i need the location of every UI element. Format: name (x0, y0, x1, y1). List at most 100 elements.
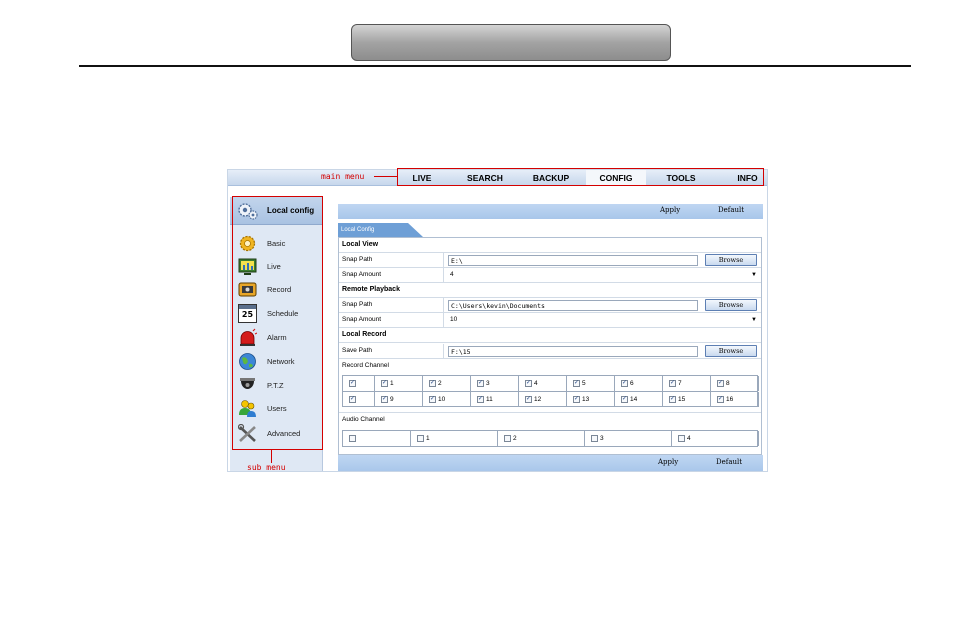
checkbox[interactable]: ✓ (349, 380, 356, 387)
checkbox[interactable]: ✓ (429, 380, 436, 387)
field-label: Snap Amount (342, 316, 382, 323)
channel-label: 7 (678, 380, 682, 387)
channel-label: 4 (534, 380, 538, 387)
checkbox[interactable]: ✓ (621, 396, 628, 403)
record-channel-1[interactable]: ✓ 1 (375, 376, 423, 391)
sub-menu-annotation: sub menu (247, 463, 286, 472)
checkbox[interactable]: ✓ (349, 396, 356, 403)
column-divider (443, 253, 444, 267)
section-title: Local Record (342, 331, 387, 338)
select-value: 4 (450, 271, 454, 278)
checkbox[interactable]: ✓ (669, 396, 676, 403)
save-path-input[interactable]: F:\15 (448, 346, 698, 357)
sub-menu-pointer-line (271, 450, 272, 463)
channel-label: 8 (726, 380, 730, 387)
row-audio-channel-label: Audio Channel (339, 412, 761, 427)
browse-button[interactable]: Browse (705, 345, 757, 357)
record-channel-10[interactable]: ✓ 10 (423, 392, 471, 407)
checkbox[interactable]: ✓ (381, 396, 388, 403)
default-button-bottom[interactable]: Default (716, 458, 742, 466)
field-label: Audio Channel (342, 416, 385, 423)
record-channel-5[interactable]: ✓ 5 (567, 376, 615, 391)
record-channel-8[interactable]: ✓ 8 (711, 376, 759, 391)
channel-label: 2 (513, 435, 517, 442)
channel-label: 2 (438, 380, 442, 387)
checkbox[interactable]: ✓ (573, 396, 580, 403)
row-remote-snap-amount: Snap Amount 10 ▼ (339, 313, 761, 328)
record-row-select-all[interactable]: ✓ (343, 392, 375, 407)
apply-button-top[interactable]: Apply (660, 206, 680, 214)
row-local-snap-path: Snap Path E:\ Browse (339, 253, 761, 268)
audio-channel-4[interactable]: 4 (672, 431, 759, 446)
checkbox[interactable] (417, 435, 424, 442)
audio-channel-3[interactable]: 3 (585, 431, 672, 446)
checkbox[interactable] (504, 435, 511, 442)
channel-label: 5 (582, 380, 586, 387)
local-snap-path-input[interactable]: E:\ (448, 255, 698, 266)
section-title: Remote Playback (342, 286, 400, 293)
apply-button-bottom[interactable]: Apply (658, 458, 678, 466)
channel-label: 15 (678, 396, 686, 403)
remote-snap-path-input[interactable]: C:\Users\kevin\Documents (448, 300, 698, 311)
browse-button[interactable]: Browse (705, 254, 757, 266)
record-channel-15[interactable]: ✓ 15 (663, 392, 711, 407)
chevron-down-icon: ▼ (751, 317, 757, 323)
checkbox[interactable]: ✓ (717, 396, 724, 403)
record-channel-16[interactable]: ✓ 16 (711, 392, 759, 407)
chevron-down-icon: ▼ (751, 272, 757, 278)
record-channel-14[interactable]: ✓ 14 (615, 392, 663, 407)
row-record-channel-label: Record Channel (339, 359, 761, 374)
record-channel-13[interactable]: ✓ 13 (567, 392, 615, 407)
record-channel-11[interactable]: ✓ 11 (471, 392, 519, 407)
channel-label: 4 (687, 435, 691, 442)
row-local-snap-amount: Snap Amount 4 ▼ (339, 268, 761, 283)
section-local-view: Local View (339, 238, 761, 253)
checkbox[interactable]: ✓ (573, 380, 580, 387)
checkbox[interactable]: ✓ (477, 380, 484, 387)
section-local-record: Local Record (339, 328, 761, 343)
audio-channel-2[interactable]: 2 (498, 431, 585, 446)
record-channel-2[interactable]: ✓ 2 (423, 376, 471, 391)
default-button-top[interactable]: Default (718, 206, 744, 214)
field-label: Save Path (342, 347, 372, 354)
record-channel-4[interactable]: ✓ 4 (519, 376, 567, 391)
top-action-bar: Apply Default (338, 204, 763, 219)
checkbox[interactable]: ✓ (429, 396, 436, 403)
checkbox[interactable]: ✓ (477, 396, 484, 403)
sub-menu-highlight-box (232, 196, 323, 450)
channel-label: 3 (600, 435, 604, 442)
checkbox[interactable] (349, 435, 356, 442)
audio-channel-grid: 1 2 3 4 (342, 430, 759, 447)
checkbox[interactable] (678, 435, 685, 442)
tab-local-config[interactable]: Local Config (338, 223, 423, 237)
field-label: Snap Path (342, 301, 373, 308)
checkbox[interactable]: ✓ (525, 396, 532, 403)
channel-label: 10 (438, 396, 446, 403)
column-divider (443, 313, 444, 327)
main-menu-pointer-line (374, 176, 397, 177)
column-divider (443, 268, 444, 282)
record-channel-6[interactable]: ✓ 6 (615, 376, 663, 391)
local-snap-amount-select[interactable]: 4 ▼ (448, 270, 758, 281)
checkbox[interactable]: ✓ (669, 380, 676, 387)
main-menu-highlight-box (397, 168, 764, 186)
checkbox[interactable]: ✓ (381, 380, 388, 387)
record-channel-3[interactable]: ✓ 3 (471, 376, 519, 391)
local-config-form: Local View Snap Path E:\ Browse Snap Amo… (338, 237, 762, 455)
browse-button[interactable]: Browse (705, 299, 757, 311)
channel-label: 16 (726, 396, 734, 403)
record-channel-7[interactable]: ✓ 7 (663, 376, 711, 391)
checkbox[interactable]: ✓ (525, 380, 532, 387)
checkbox[interactable]: ✓ (621, 380, 628, 387)
audio-select-all[interactable] (343, 431, 411, 446)
channel-label: 9 (390, 396, 394, 403)
remote-snap-amount-select[interactable]: 10 ▼ (448, 315, 758, 326)
channel-label: 1 (390, 380, 394, 387)
audio-channel-1[interactable]: 1 (411, 431, 498, 446)
checkbox[interactable]: ✓ (717, 380, 724, 387)
record-channel-9[interactable]: ✓ 9 (375, 392, 423, 407)
checkbox[interactable] (591, 435, 598, 442)
section-title: Local View (342, 241, 379, 248)
record-channel-12[interactable]: ✓ 12 (519, 392, 567, 407)
record-row-select-all[interactable]: ✓ (343, 376, 375, 391)
